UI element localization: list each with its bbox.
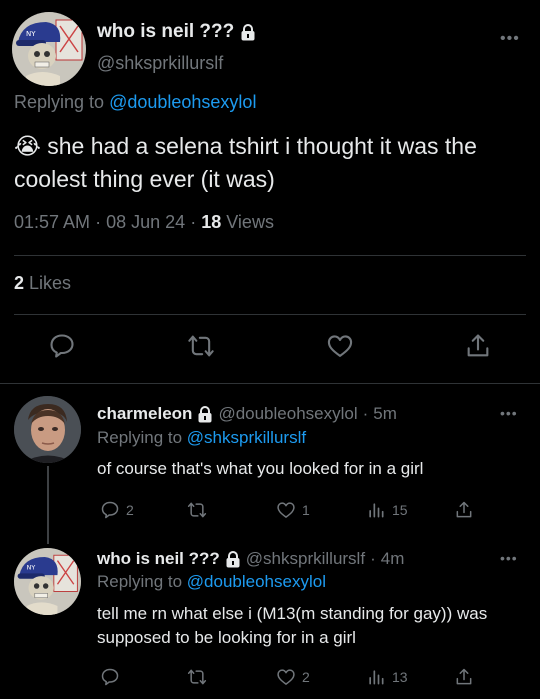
replying-to-line: Replying to @doubleohsexylol (14, 92, 256, 113)
like-heart-icon (277, 502, 295, 518)
reply-text: of course that's what you looked for in … (97, 459, 424, 478)
like-count: 1 (302, 502, 310, 518)
meta-separator: · (362, 404, 369, 423)
replying-to-label: Replying to (97, 428, 183, 447)
views-label: Views (226, 212, 274, 232)
replying-to-line: Replying to @doubleohsexylol (97, 572, 326, 592)
reply-action-bar: 2 1 15 (0, 500, 540, 522)
views-button[interactable]: 13 (366, 667, 408, 687)
reply-button[interactable] (100, 667, 120, 687)
share-icon (456, 501, 472, 518)
reply-icon[interactable] (48, 332, 76, 360)
avatar-neil[interactable]: NY (14, 548, 81, 615)
retweet-button[interactable] (187, 500, 207, 520)
retweet-icon (187, 502, 207, 518)
views-button[interactable]: 15 (366, 500, 408, 520)
avatar-charmeleon[interactable] (14, 396, 81, 463)
reply-action-bar: 2 13 (0, 667, 540, 689)
share-button[interactable] (454, 667, 474, 687)
main-author-name-row[interactable]: who is neil ??? (97, 21, 256, 43)
like-heart-icon[interactable] (326, 332, 354, 360)
reply-button[interactable]: 2 (100, 500, 134, 520)
main-display-name[interactable]: who is neil ??? (97, 21, 234, 43)
skeleton-cap-avatar-image: NY (14, 548, 81, 615)
divider (14, 255, 526, 256)
replying-to-handle[interactable]: @doubleohsexylol (187, 572, 326, 591)
reply-text: tell me rn what else i (M13(m standing f… (97, 604, 488, 647)
likes-label: Likes (29, 273, 72, 293)
reply-display-name[interactable]: charmeleon (97, 404, 192, 424)
svg-text:NY: NY (27, 565, 36, 572)
man-portrait-avatar-image (14, 396, 81, 463)
meta-separator: · (190, 212, 197, 232)
reply-time-ago[interactable]: 4m (381, 549, 405, 569)
views-count: 13 (392, 669, 408, 685)
share-icon[interactable] (464, 332, 492, 360)
tweet-time[interactable]: 01:57 AM (14, 212, 90, 232)
reply-author-row: who is neil ??? @shksprkillurslf · 4m (97, 549, 404, 569)
replying-to-line: Replying to @shksprkillurslf (97, 428, 306, 448)
retweet-icon (187, 669, 207, 685)
replying-to-handle[interactable]: @shksprkillurslf (187, 428, 306, 447)
more-options-icon[interactable]: ••• (500, 405, 518, 421)
replying-to-label: Replying to (14, 92, 105, 112)
like-button[interactable]: 1 (276, 500, 310, 520)
more-options-icon[interactable]: ••• (500, 30, 520, 48)
like-heart-icon (277, 669, 295, 685)
main-tweet-text: 😭 she had a selena tshirt i thought it w… (14, 133, 477, 192)
reply-author-row: charmeleon @doubleohsexylol · 5m (97, 404, 397, 424)
like-count: 2 (302, 669, 310, 685)
retweet-icon[interactable] (187, 332, 215, 360)
lock-icon (226, 550, 240, 567)
meta-separator: · (95, 212, 102, 232)
reply-handle[interactable]: @doubleohsexylol (218, 404, 357, 424)
views-bar-chart-icon (369, 670, 384, 685)
share-icon (456, 668, 472, 685)
likes-count: 2 (14, 273, 25, 293)
reply-count: 2 (126, 502, 134, 518)
reply-handle[interactable]: @shksprkillurslf (246, 549, 365, 569)
replying-to-handle[interactable]: @doubleohsexylol (109, 92, 256, 112)
reply-time-ago[interactable]: 5m (373, 404, 397, 424)
main-handle[interactable]: @shksprkillurslf (97, 53, 223, 74)
likes-row[interactable]: 2 Likes (14, 273, 71, 294)
reply-icon (101, 501, 119, 519)
views-count: 18 (201, 212, 222, 232)
tweet-date[interactable]: 08 Jun 24 (106, 212, 185, 232)
avatar-neil[interactable]: NY (12, 12, 86, 86)
lock-icon (198, 405, 212, 422)
divider (14, 314, 526, 315)
svg-text:NY: NY (26, 30, 36, 38)
replying-to-label: Replying to (97, 572, 183, 591)
lock-icon (241, 23, 255, 40)
views-bar-chart-icon (369, 503, 384, 518)
like-button[interactable]: 2 (276, 667, 310, 687)
reply-icon (101, 668, 119, 686)
views-count: 15 (392, 502, 408, 518)
reply-display-name[interactable]: who is neil ??? (97, 549, 220, 569)
meta-separator: · (370, 549, 376, 568)
more-options-icon[interactable]: ••• (500, 550, 518, 566)
retweet-button[interactable] (187, 667, 207, 687)
tweet-meta: 01:57 AM · 08 Jun 24 · 18 Views (14, 212, 274, 233)
main-action-bar (0, 332, 540, 362)
share-button[interactable] (454, 500, 474, 520)
divider (0, 383, 540, 384)
skeleton-cap-avatar-image: NY (12, 12, 86, 86)
